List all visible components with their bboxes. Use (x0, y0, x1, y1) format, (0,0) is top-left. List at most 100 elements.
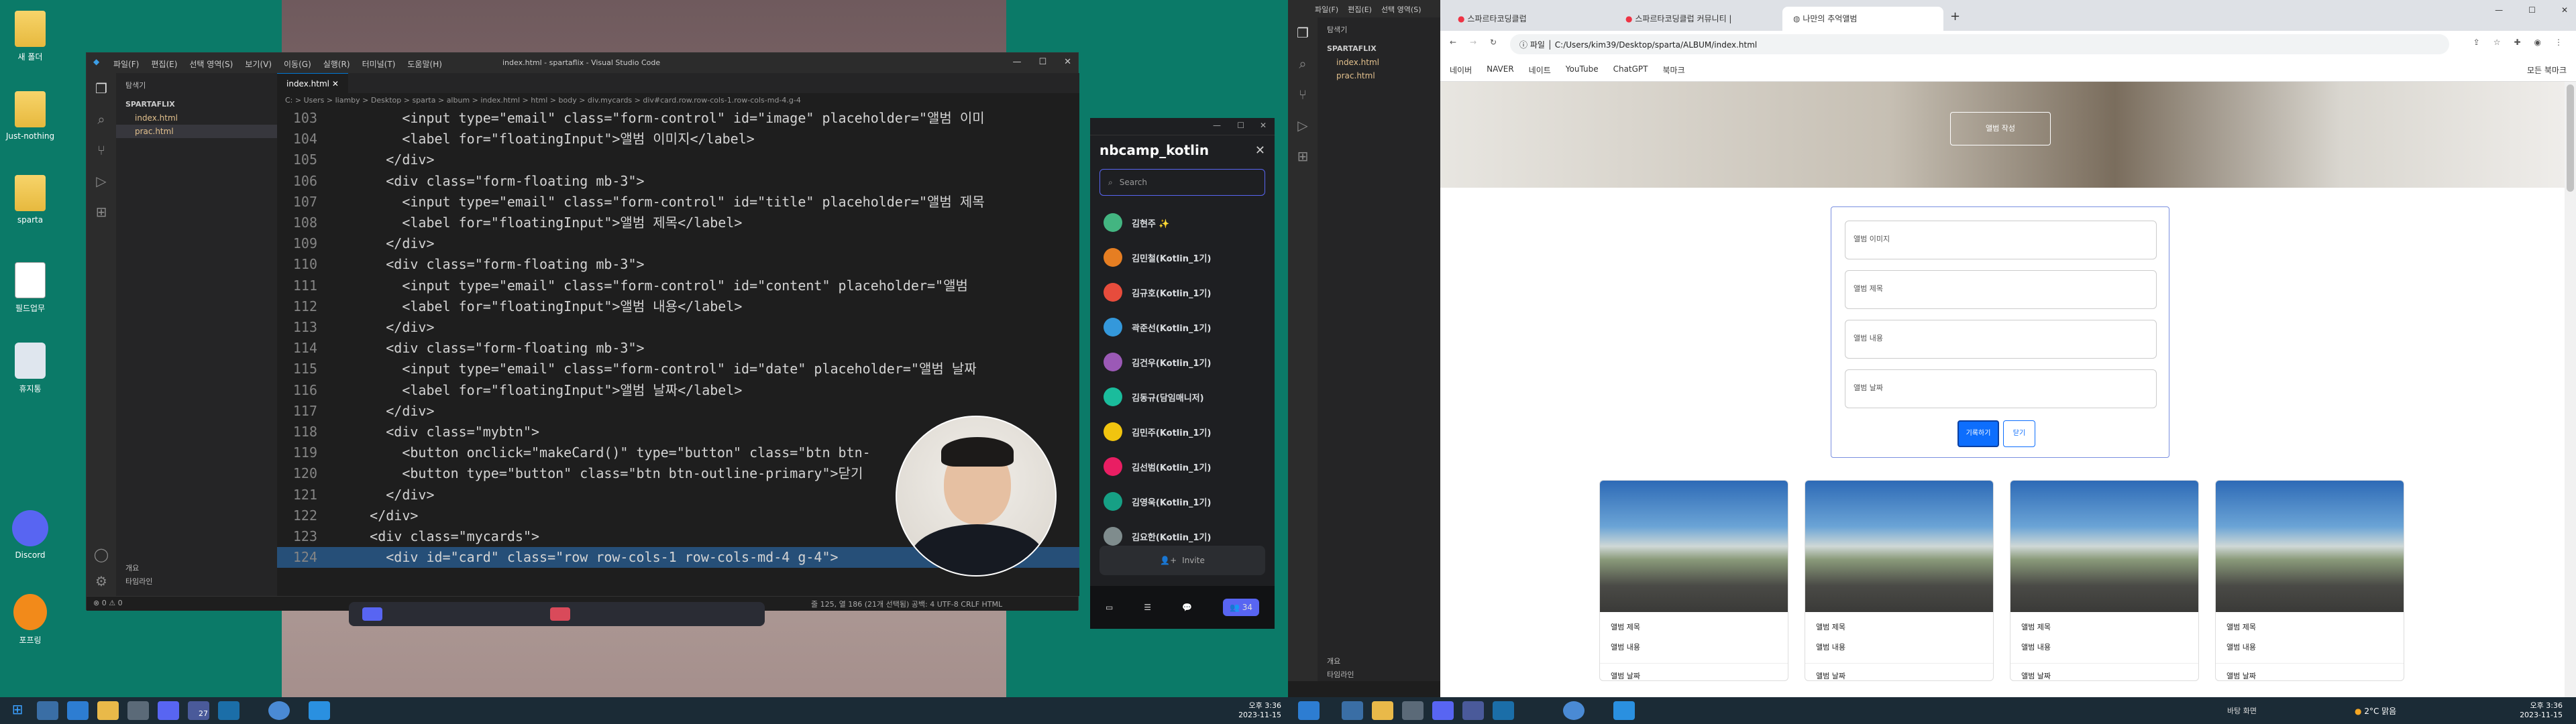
status-right[interactable]: 줄 125, 열 186 (21개 선택됨) 공백: 4 UTF-8 CRLF … (811, 599, 1002, 609)
code-line[interactable]: 110 <div class="form-floating mb-3"> (277, 254, 1079, 275)
minimize-icon[interactable]: — (1012, 57, 1021, 67)
outline-section[interactable]: 개요 (125, 562, 139, 573)
minimize-icon[interactable]: — (2495, 5, 2503, 15)
tab-index-html[interactable]: index.html ✕ (277, 73, 348, 93)
code-line[interactable]: 115 <input type="email" class="form-cont… (277, 359, 1079, 379)
close-icon[interactable]: ✕ (1064, 57, 1071, 67)
search-icon[interactable]: ⌕ (87, 104, 116, 135)
member-item[interactable]: 김영욱(Kotlin_1기) (1090, 484, 1275, 519)
source-control-icon[interactable]: ⑂ (87, 135, 116, 166)
menu-icon[interactable]: ⋮ (2555, 38, 2563, 47)
inbox-icon[interactable]: ▭ (1106, 603, 1113, 612)
album-card[interactable]: 앨범 제목 앨범 내용 앨범 날짜 (1805, 480, 1994, 681)
discord-icon[interactable] (1432, 701, 1454, 720)
member-search[interactable]: ⌕ Search (1099, 169, 1265, 196)
member-item[interactable]: 김건우(Kotlin_1기) (1090, 345, 1275, 379)
account-icon[interactable]: ◯ (87, 546, 116, 562)
close-icon[interactable]: ✕ (2561, 5, 2568, 15)
code-line[interactable]: 104 <label for="floatingInput">앨범 이미지</l… (277, 129, 1079, 149)
app-icon[interactable] (1298, 701, 1320, 720)
file-item-prac[interactable]: prac.html (1318, 69, 1440, 82)
gear-icon[interactable]: ⚙ (87, 573, 116, 589)
code-line[interactable]: 108 <label for="floatingInput">앨범 제목</la… (277, 213, 1079, 233)
code-line[interactable]: 109 </div> (277, 233, 1079, 254)
mic-icon[interactable] (362, 607, 382, 621)
menu-file[interactable]: 파일(F) (1315, 4, 1338, 17)
maximize-icon[interactable]: ☐ (2528, 5, 2536, 15)
menu-edit[interactable]: 편집(E) (1348, 4, 1372, 17)
project-folder[interactable]: SPARTAFLIX (1318, 42, 1440, 56)
start-icon[interactable]: ⊞ (7, 701, 28, 720)
code-line[interactable]: 103 <input type="email" class="form-cont… (277, 108, 1079, 129)
file-explorer-icon[interactable] (97, 701, 119, 720)
code-line[interactable]: 114 <div class="form-floating mb-3"> (277, 338, 1079, 359)
desktop-label[interactable]: 바탕 화면 (2227, 705, 2257, 716)
album-content-input[interactable]: 앨범 내용 (1845, 320, 2157, 359)
album-date-input[interactable]: 앨범 날짜 (1845, 369, 2157, 408)
menu-run[interactable]: 실행(R) (323, 58, 350, 70)
weather[interactable]: ● 2°C 맑음 (2355, 705, 2396, 717)
code-line[interactable]: 106 <div class="form-floating mb-3"> (277, 171, 1079, 192)
menu-edit[interactable]: 편집(E) (151, 58, 177, 70)
scrollbar-thumb[interactable] (2567, 84, 2574, 192)
vscode-icon[interactable] (1613, 701, 1635, 720)
code-line[interactable]: 112 <label for="floatingInput">앨범 내용</la… (277, 296, 1079, 317)
source-control-icon[interactable]: ⑂ (1288, 79, 1318, 110)
file-item-index[interactable]: index.html (116, 111, 277, 125)
app-icon[interactable]: 27 (188, 701, 209, 720)
bookmark-naver[interactable]: 네이버 (1450, 64, 1472, 76)
timeline-section[interactable]: 타임라인 (125, 576, 152, 587)
app-icon[interactable] (1402, 701, 1424, 720)
maximize-icon[interactable]: ☐ (1237, 121, 1244, 130)
menu-help[interactable]: 도움말(H) (407, 58, 442, 70)
steam-icon[interactable] (218, 701, 239, 720)
bookmark-folder[interactable]: 북마크 (1663, 64, 1685, 76)
menu-terminal[interactable]: 터미널(T) (362, 58, 396, 70)
chat-icon[interactable]: 💬 (1182, 603, 1192, 612)
explorer-icon[interactable]: ❐ (1288, 17, 1318, 48)
back-icon[interactable]: ← (1450, 38, 1456, 47)
member-item[interactable]: 김현주 ✨ (1090, 205, 1275, 240)
discord-icon[interactable] (158, 701, 179, 720)
extensions-icon[interactable]: ⊞ (1288, 141, 1318, 172)
album-card[interactable]: 앨범 제목 앨범 내용 앨범 날짜 (2215, 480, 2404, 681)
minimize-icon[interactable]: — (1213, 121, 1221, 130)
app-icon[interactable] (67, 701, 89, 720)
code-line[interactable]: 111 <input type="email" class="form-cont… (277, 276, 1079, 296)
profile-icon[interactable]: ◉ (2534, 38, 2541, 47)
tab-sparta-1[interactable]: ● 스파르타코딩클럽 (1447, 7, 1608, 31)
close-tab-icon[interactable]: ✕ (332, 79, 339, 88)
member-item[interactable]: 김선범(Kotlin_1기) (1090, 449, 1275, 484)
vscode-icon[interactable] (309, 701, 330, 720)
maximize-icon[interactable]: ☐ (1038, 57, 1046, 67)
member-item[interactable]: 김민주(Kotlin_1기) (1090, 414, 1275, 449)
close-icon[interactable]: ✕ (1255, 143, 1265, 158)
extensions-icon[interactable]: ⊞ (87, 196, 116, 227)
tab-album[interactable]: ◍ 나만의 추억앨범 (1782, 7, 1943, 31)
bookmark-nate[interactable]: 네이트 (1529, 64, 1551, 76)
save-button[interactable]: 기록하기 (1957, 420, 1999, 447)
album-card[interactable]: 앨범 제목 앨범 내용 앨범 날짜 (1599, 480, 1788, 681)
chrome-icon[interactable] (1563, 701, 1585, 720)
members-button[interactable]: 👥 34 (1222, 599, 1259, 616)
member-item[interactable]: 김민철(Kotlin_1기) (1090, 240, 1275, 275)
file-explorer-icon[interactable] (1372, 701, 1393, 720)
new-tab-icon[interactable]: + (1950, 9, 1960, 23)
desktop-icon-document[interactable]: 필드업무 (0, 258, 60, 332)
all-bookmarks[interactable]: 모든 북마크 (2527, 64, 2567, 76)
desktop-icon-recycle-bin[interactable]: 휴지통 (0, 339, 60, 412)
search-icon[interactable]: ⌕ (1288, 48, 1318, 79)
app-icon[interactable] (1342, 701, 1363, 720)
problems-indicator[interactable]: ⊗ 0 ⚠ 0 (93, 599, 123, 607)
share-icon[interactable]: ⇪ (2473, 38, 2480, 47)
close-icon[interactable]: ✕ (1260, 121, 1267, 130)
reload-icon[interactable]: ↻ (1490, 38, 1497, 47)
code-line[interactable]: 113 </div> (277, 317, 1079, 338)
tab-sparta-community[interactable]: ● 스파르타코딩클럽 커뮤니티 | (1615, 7, 1776, 31)
steam-icon[interactable] (1493, 701, 1514, 720)
page-scrollbar[interactable] (2565, 82, 2576, 697)
menu-go[interactable]: 이동(G) (284, 58, 311, 70)
desktop-icon-just-nothing[interactable]: Just-nothing (0, 87, 60, 161)
code-line[interactable]: 107 <input type="email" class="form-cont… (277, 192, 1079, 213)
desktop-icon-discord[interactable]: Discord (0, 506, 60, 580)
